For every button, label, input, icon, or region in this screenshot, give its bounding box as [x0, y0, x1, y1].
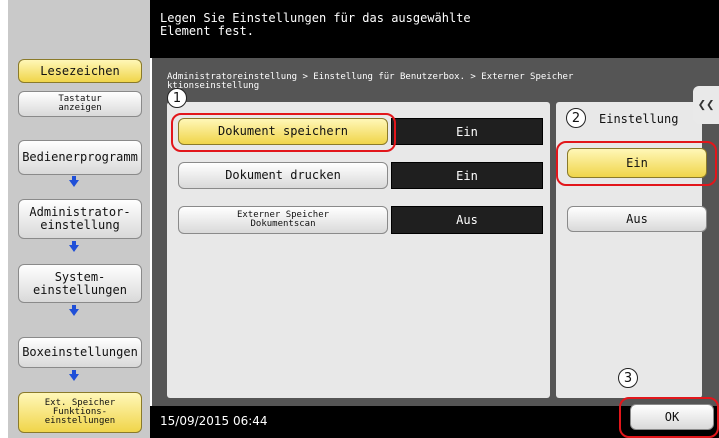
device-panel-screen: Lesezeichen Tastatur anzeigen Bedienerpr…: [0, 0, 719, 438]
instruction-message: Legen Sie Einstellungen für das ausgewäh…: [160, 11, 471, 38]
callout-number-3: 3: [618, 368, 638, 388]
function-status-value: Ein: [391, 118, 543, 145]
highlight-ok-button: [619, 397, 719, 438]
down-arrow-icon: [69, 245, 79, 252]
highlight-store-document: [171, 113, 396, 152]
setting-panel-title: Einstellung: [599, 112, 679, 126]
sidebar-item-box-settings[interactable]: Boxeinstellungen: [18, 337, 142, 368]
callout-number-1: 1: [167, 88, 187, 108]
down-arrow-icon: [69, 309, 79, 316]
down-arrow-icon: [69, 180, 79, 187]
breadcrumb-text: Administratoreinstellung > Einstellung f…: [167, 72, 574, 91]
callout-number-2: 2: [566, 108, 586, 128]
sidebar-item-system-settings[interactable]: System- einstellungen: [18, 264, 142, 303]
sidebar-item-operator-program[interactable]: Bedienerprogramm: [18, 140, 142, 175]
setting-off-button[interactable]: Aus: [567, 206, 707, 232]
function-ext-storage-scan-button[interactable]: Externer Speicher Dokumentscan: [178, 206, 388, 234]
sidebar-item-ext-storage-function-settings[interactable]: Ext. Speicher Funktions- einstellungen: [18, 392, 142, 433]
down-arrow-icon: [69, 374, 79, 381]
function-status-value: Ein: [391, 162, 543, 189]
highlight-on-button: [556, 141, 717, 186]
function-status-value: Aus: [391, 206, 543, 234]
collapse-panel-icon[interactable]: ❮❮: [693, 86, 719, 124]
sidebar-item-administrator-settings[interactable]: Administrator- einstellung: [18, 199, 142, 239]
function-print-document-button[interactable]: Dokument drucken: [178, 162, 388, 189]
bookmark-button[interactable]: Lesezeichen: [18, 59, 142, 83]
show-keyboard-button[interactable]: Tastatur anzeigen: [18, 91, 142, 117]
date-time: 15/09/2015 06:44: [160, 414, 268, 428]
